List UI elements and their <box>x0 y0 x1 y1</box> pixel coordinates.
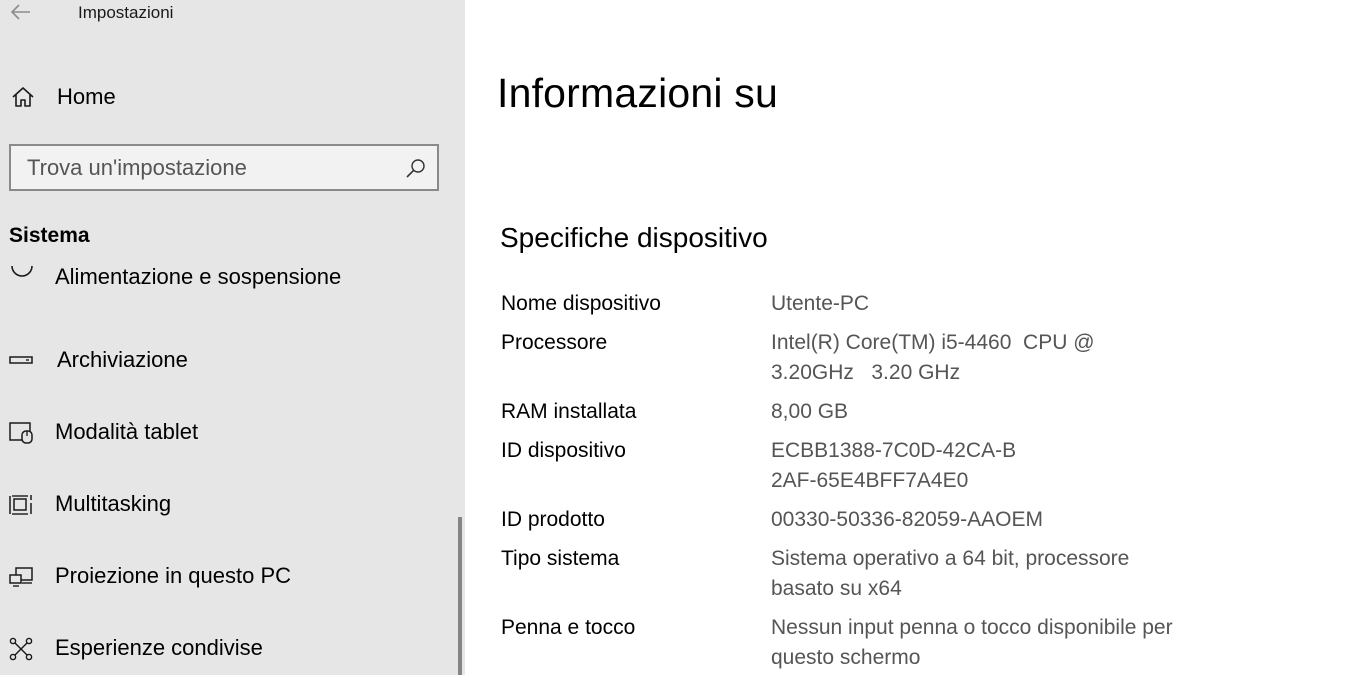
sidebar-item-label: Home <box>57 84 116 109</box>
spec-value: 8,00 GB <box>771 400 849 423</box>
spec-value: Utente-PC <box>771 292 870 315</box>
sidebar-item-label: Archiviazione <box>57 347 188 372</box>
spec-value: Sistema operativo a 64 bit, processore b… <box>771 547 1130 600</box>
sidebar-item-label: Esperienze condivise <box>55 635 263 660</box>
spec-label: RAM installata <box>501 400 637 423</box>
sidebar: Impostazioni Home Sistema Alimentazione … <box>0 0 465 675</box>
spec-value: Nessun input penna o tocco disponibile p… <box>771 616 1173 669</box>
section-title: Sistema <box>9 224 90 247</box>
sidebar-item-tablet-mode[interactable]: Modalità tablet <box>0 409 458 457</box>
spec-value: 00330-50336-82059-AAOEM <box>771 508 1044 531</box>
tablet-mode-icon <box>9 422 33 444</box>
spec-label: Nome dispositivo <box>501 292 661 315</box>
sidebar-item-home[interactable]: Home <box>0 76 465 118</box>
spec-label: Penna e tocco <box>501 616 636 639</box>
back-arrow-icon <box>10 4 30 20</box>
spec-label: Processore <box>501 331 608 354</box>
spec-label: ID prodotto <box>501 508 605 531</box>
search-box <box>9 144 439 191</box>
search-input[interactable] <box>11 146 397 189</box>
multitasking-icon <box>9 495 32 515</box>
app-title: Impostazioni <box>78 3 174 22</box>
sidebar-item-storage[interactable]: Archiviazione <box>0 337 458 385</box>
sidebar-item-projecting[interactable]: Proiezione in questo PC <box>0 553 458 601</box>
page-title: Informazioni su <box>497 70 779 116</box>
sidebar-item-label: Multitasking <box>55 491 172 516</box>
device-specs-title: Specifiche dispositivo <box>500 222 768 253</box>
sidebar-nav-list: Alimentazione e sospensione Archiviazion… <box>0 262 458 675</box>
storage-icon <box>9 356 33 364</box>
projecting-icon <box>9 567 33 587</box>
sidebar-item-power[interactable]: Alimentazione e sospensione <box>0 264 458 314</box>
title-bar: Impostazioni <box>0 0 465 28</box>
home-icon <box>12 87 34 107</box>
sidebar-item-label: Alimentazione e sospensione <box>55 264 342 289</box>
sidebar-item-multitasking[interactable]: Multitasking <box>0 481 458 529</box>
power-icon <box>11 265 33 277</box>
sidebar-scrollbar[interactable] <box>458 517 462 675</box>
main-content: Informazioni su Specifiche dispositivo N… <box>465 0 1354 675</box>
spec-label: Tipo sistema <box>501 547 620 570</box>
settings-window: Impostazioni Home Sistema Alimentazione … <box>0 0 1354 675</box>
sidebar-item-label: Proiezione in questo PC <box>55 563 292 588</box>
spec-value: ECBB1388-7C0D-42CA-B2AF-65E4BFF7A4E0 <box>771 439 1017 492</box>
sidebar-item-shared-experiences[interactable]: Esperienze condivise <box>0 625 458 673</box>
sidebar-item-label: Modalità tablet <box>55 419 199 444</box>
back-button[interactable] <box>8 0 34 24</box>
spec-label: ID dispositivo <box>501 439 626 462</box>
spec-value: Intel(R) Core(TM) i5-4460 CPU @ 3.20GHz … <box>771 331 1101 384</box>
search-icon[interactable] <box>405 157 427 179</box>
shared-experiences-icon <box>9 637 33 661</box>
